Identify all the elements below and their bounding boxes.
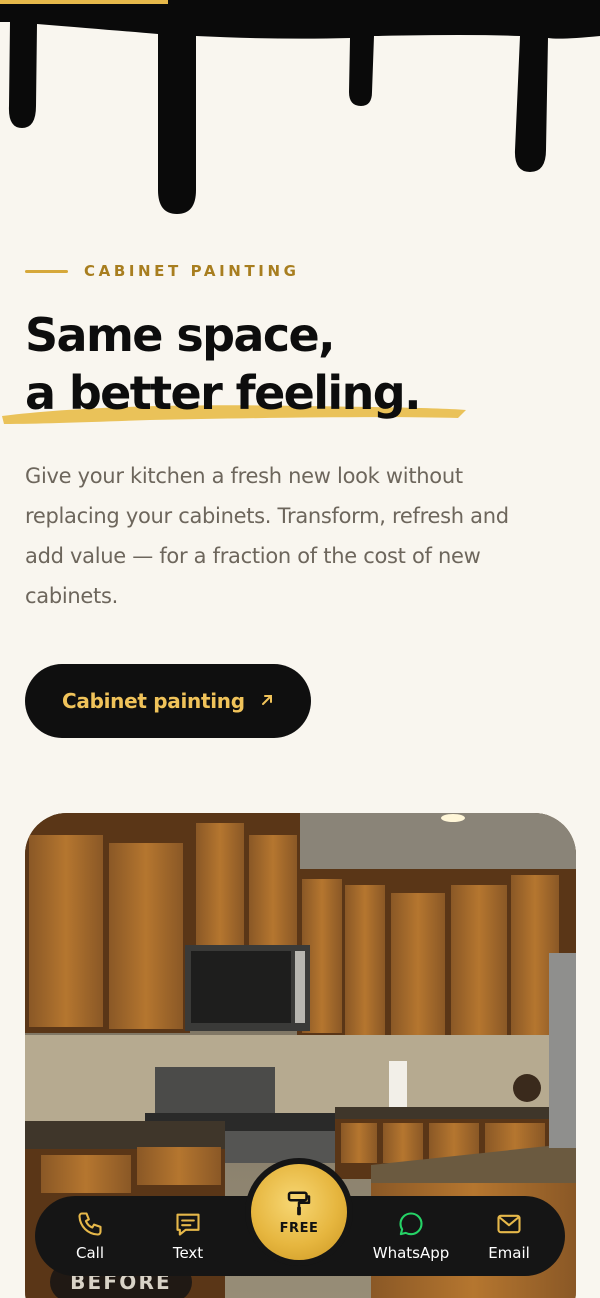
headline-line-1: Same space,: [25, 308, 336, 362]
email-button[interactable]: Email: [469, 1196, 549, 1276]
text-label: Text: [172, 1244, 204, 1262]
phone-icon: [78, 1212, 102, 1236]
paint-drip-decoration: [0, 0, 600, 220]
text-button[interactable]: Text: [148, 1196, 228, 1276]
page-title: Same space, a better feeling.: [25, 306, 585, 422]
cabinet-painting-button[interactable]: Cabinet painting: [25, 664, 311, 738]
mail-icon: [497, 1214, 521, 1234]
whatsapp-label: WhatsApp: [372, 1244, 450, 1262]
eyebrow-line: [25, 269, 68, 273]
free-quote-button[interactable]: FREE: [245, 1158, 353, 1266]
headline-line-2: a better feeling.: [25, 366, 422, 420]
message-icon: [176, 1213, 200, 1236]
whatsapp-icon: [399, 1212, 423, 1236]
section-eyebrow: CABINET PAINTING: [25, 262, 300, 280]
free-quote-badge: FREE: [251, 1164, 347, 1260]
free-label: FREE: [279, 1220, 319, 1236]
scroll-progress-bar: [0, 0, 168, 4]
whatsapp-button[interactable]: WhatsApp: [371, 1196, 451, 1276]
arrow-up-right-icon: [259, 689, 275, 713]
email-label: Email: [488, 1244, 530, 1262]
paint-roller-icon: [287, 1191, 311, 1215]
hero-description: Give your kitchen a fresh new look witho…: [25, 464, 509, 608]
call-button[interactable]: Call: [50, 1196, 130, 1276]
call-label: Call: [75, 1244, 104, 1262]
cta-label: Cabinet painting: [62, 689, 245, 713]
eyebrow-label: CABINET PAINTING: [84, 262, 300, 280]
